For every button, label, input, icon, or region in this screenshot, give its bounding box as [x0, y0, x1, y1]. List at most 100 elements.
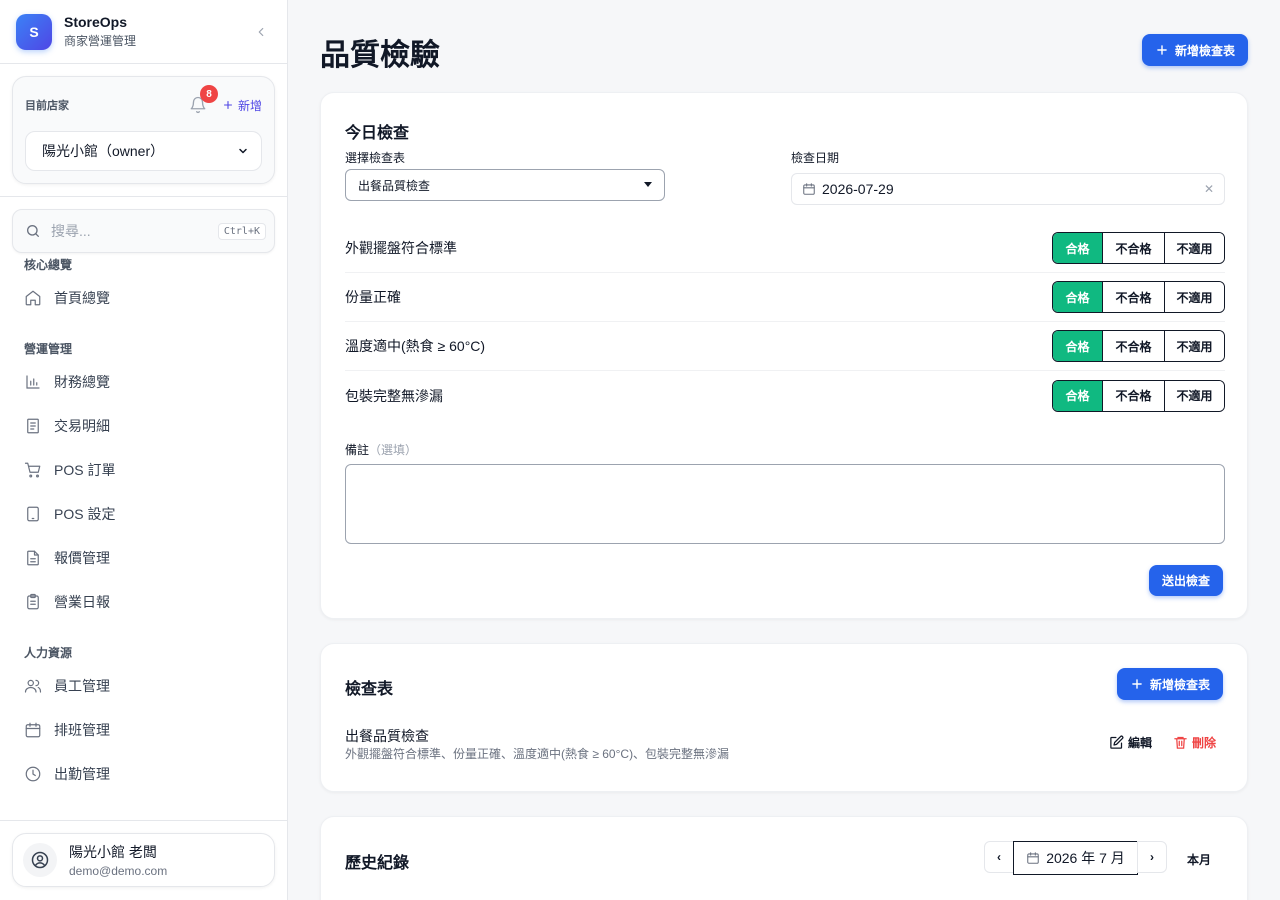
sidebar-item-label: 財務總覽	[54, 374, 110, 390]
chevron-down-icon	[239, 148, 247, 154]
sidebar-item-pos-orders[interactable]: POS 訂單	[0, 448, 287, 492]
note-label: 備註（選填）	[345, 441, 417, 458]
sidebar-item-label: POS 訂單	[54, 462, 116, 478]
sidebar-item-finance[interactable]: 財務總覽	[0, 360, 287, 404]
sidebar-item-label: POS 設定	[54, 506, 116, 522]
page-title: 品質檢驗	[320, 39, 440, 72]
search-shortcut: Ctrl+K	[217, 222, 266, 240]
add-template-button[interactable]: 新增檢查表	[1117, 668, 1223, 700]
prev-month-button[interactable]: ‹	[984, 841, 1014, 873]
brand-header: S StoreOps 商家營運管理	[0, 0, 287, 64]
month-picker[interactable]: 2026 年 7 月	[1013, 841, 1138, 875]
sidebar-item-daily-report[interactable]: 營業日報	[0, 580, 287, 624]
history-card: 歷史紀錄 ‹ 2026 年 7 月 › 本月	[320, 816, 1248, 900]
option-pass[interactable]: 合格	[1053, 233, 1102, 263]
sidebar-item-attendance[interactable]: 出勤管理	[0, 752, 287, 796]
check-item-name: 包裝完整無滲漏	[345, 387, 443, 404]
sidebar: S StoreOps 商家營運管理 目前店家 8 新增 陽光小館（owner） …	[0, 0, 288, 900]
user-section: 陽光小館 老闆 demo@demo.com	[0, 820, 287, 900]
check-item-row: 包裝完整無滲漏 合格 不合格 不適用	[345, 371, 1225, 420]
store-select[interactable]: 陽光小館（owner）	[25, 131, 262, 171]
today-check-title: 今日檢查	[345, 125, 410, 142]
template-name: 出餐品質檢查	[345, 728, 429, 744]
nav-group-title: 營運管理	[24, 342, 73, 356]
this-month-button[interactable]: 本月	[1187, 851, 1211, 868]
note-optional-text: （選填）	[369, 443, 418, 457]
notification-button[interactable]: 8	[186, 85, 218, 117]
new-template-button[interactable]: 新增檢查表	[1142, 34, 1248, 66]
option-na[interactable]: 不適用	[1164, 331, 1224, 361]
option-na[interactable]: 不適用	[1164, 233, 1224, 263]
option-fail[interactable]: 不合格	[1102, 380, 1164, 411]
clipboard-icon	[24, 593, 42, 611]
user-info: 陽光小館 老闆 demo@demo.com	[69, 842, 167, 878]
option-na[interactable]: 不適用	[1164, 380, 1224, 411]
templates-card: 檢查表 新增檢查表 出餐品質檢查 外觀擺盤符合標準、份量正確、溫度適中(熱食 ≥…	[320, 643, 1248, 792]
option-fail[interactable]: 不合格	[1102, 282, 1164, 312]
templates-title: 檢查表	[345, 681, 394, 698]
option-pass[interactable]: 合格	[1053, 331, 1102, 361]
sidebar-item-transactions[interactable]: 交易明細	[0, 404, 287, 448]
sidebar-item-label: 交易明細	[54, 418, 110, 434]
collapse-sidebar-button[interactable]	[251, 22, 271, 42]
search-section: 搜尋... Ctrl+K	[0, 197, 287, 253]
edit-template-button[interactable]: 編輯	[1109, 734, 1152, 751]
plus-icon	[1157, 45, 1167, 55]
template-select[interactable]: 出餐品質檢查	[345, 169, 665, 201]
sidebar-item-quotes[interactable]: 報價管理	[0, 536, 287, 580]
brand-name: StoreOps	[64, 14, 128, 30]
check-result-group: 合格 不合格 不適用	[1052, 330, 1225, 362]
brand-logo[interactable]: S	[16, 13, 52, 50]
store-row: 目前店家 8 新增	[25, 85, 262, 121]
check-result-group: 合格 不合格 不適用	[1052, 281, 1225, 313]
submit-check-button[interactable]: 送出檢查	[1149, 565, 1223, 596]
option-pass[interactable]: 合格	[1053, 380, 1102, 411]
delete-template-button[interactable]: 刪除	[1173, 734, 1216, 751]
user-circle-icon	[31, 851, 49, 869]
search-input[interactable]: 搜尋... Ctrl+K	[12, 209, 275, 253]
edit-icon	[1110, 735, 1124, 749]
add-store-button[interactable]: 新增	[222, 97, 262, 114]
sidebar-item-scheduling[interactable]: 排班管理	[0, 708, 287, 752]
date-input[interactable]: 2026-07-29 ✕	[791, 173, 1225, 205]
caret-down-icon	[644, 182, 652, 187]
sidebar-item-employees[interactable]: 員工管理	[0, 664, 287, 708]
plus-icon	[1132, 679, 1142, 689]
option-pass[interactable]: 合格	[1053, 282, 1102, 312]
add-store-label: 新增	[237, 98, 262, 113]
brand-subtitle: 商家營運管理	[64, 34, 137, 48]
check-item-name: 份量正確	[345, 289, 401, 305]
sidebar-item-home[interactable]: 首頁總覽	[0, 276, 287, 320]
month-value: 2026 年 7 月	[1046, 850, 1125, 866]
check-item-name: 外觀擺盤符合標準	[345, 240, 457, 256]
nav-group-title: 人力資源	[24, 646, 73, 660]
sidebar-item-pos-settings[interactable]: POS 設定	[0, 492, 287, 536]
store-card: 目前店家 8 新增 陽光小館（owner）	[12, 76, 275, 184]
clear-date-icon[interactable]: ✕	[1204, 182, 1214, 196]
note-textarea[interactable]	[345, 464, 1225, 544]
store-label: 目前店家	[25, 100, 69, 112]
history-title: 歷史紀錄	[345, 855, 410, 872]
user-name: 陽光小館 老闆	[69, 844, 157, 860]
chevron-left-icon	[258, 27, 264, 36]
option-fail[interactable]: 不合格	[1102, 331, 1164, 361]
template-select-value: 出餐品質檢查	[358, 178, 431, 193]
check-result-group: 合格 不合格 不適用	[1052, 232, 1225, 264]
bar-chart-icon	[24, 373, 42, 391]
brand-text: StoreOps 商家營運管理	[64, 14, 251, 49]
tablet-icon	[24, 505, 42, 523]
calendar-icon	[24, 721, 42, 739]
sidebar-item-label: 報價管理	[54, 550, 110, 566]
file-text-icon	[24, 549, 42, 567]
next-month-button[interactable]: ›	[1137, 841, 1167, 873]
user-card[interactable]: 陽光小館 老闆 demo@demo.com	[12, 833, 275, 887]
home-icon	[24, 289, 42, 307]
sidebar-item-label: 營業日報	[54, 594, 110, 610]
store-select-value: 陽光小館（owner）	[42, 143, 165, 159]
user-email: demo@demo.com	[69, 864, 168, 878]
check-result-group: 合格 不合格 不適用	[1052, 379, 1225, 412]
note-label-text: 備註	[345, 443, 370, 457]
option-na[interactable]: 不適用	[1164, 282, 1224, 312]
option-fail[interactable]: 不合格	[1102, 233, 1164, 263]
notification-badge: 8	[199, 85, 218, 103]
